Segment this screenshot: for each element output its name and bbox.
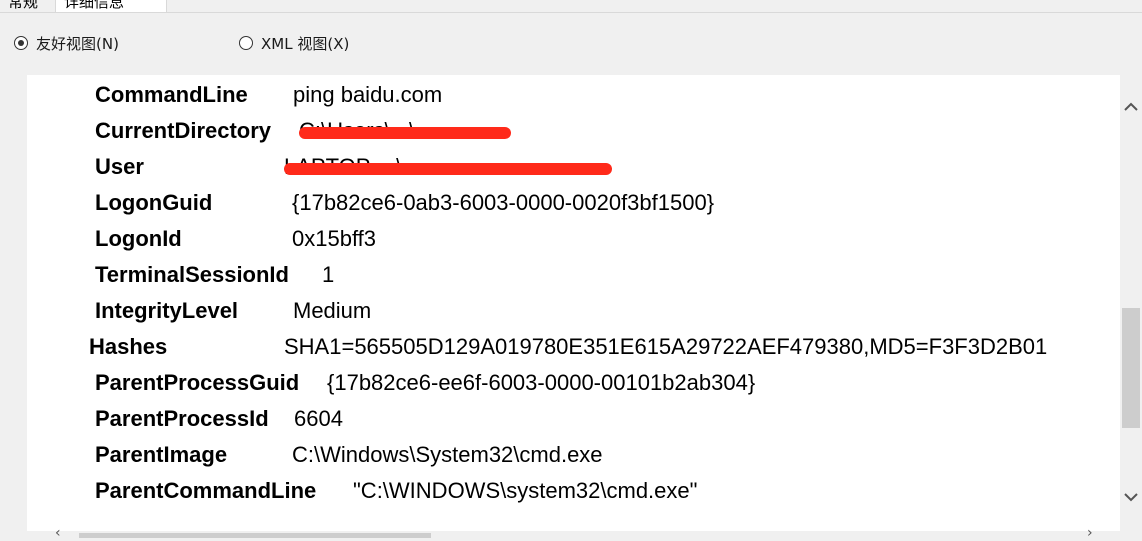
field-key: CommandLine: [95, 82, 248, 107]
friendly-view-option[interactable]: 友好视图(N): [14, 30, 119, 56]
field-key: ParentCommandLine: [95, 478, 317, 503]
horizontal-scroll-thumb[interactable]: [79, 533, 431, 538]
xml-view-option[interactable]: XML 视图(X): [239, 30, 349, 56]
chevron-down-icon[interactable]: [1120, 485, 1142, 509]
field-value: SHA1=565505D129A019780E351E615A29722AEF4…: [284, 334, 1048, 359]
tab-general-label: 常规: [8, 0, 39, 11]
horizontal-scrollbar[interactable]: ‹ ›: [27, 525, 1120, 541]
field-key: LogonGuid: [95, 190, 213, 215]
field-key: CurrentDirectory: [95, 118, 272, 143]
field-key: User: [95, 154, 144, 179]
field-value: 6604: [294, 406, 343, 431]
field-value: {17b82ce6-0ab3-6003-0000-0020f3bf1500}: [292, 190, 715, 215]
tab-details-label: 详细信息: [64, 0, 125, 11]
field-key: LogonId: [95, 226, 182, 251]
redaction-mark: [284, 163, 612, 175]
tab-details[interactable]: 详细信息: [55, 0, 167, 12]
field-key: ParentProcessGuid: [95, 370, 300, 395]
vertical-scrollbar[interactable]: [1120, 75, 1142, 531]
vertical-scroll-thumb[interactable]: [1122, 308, 1140, 428]
field-value: C:\Windows\System32\cmd.exe: [292, 442, 603, 467]
field-value: "C:\WINDOWS\system32\cmd.exe": [353, 478, 698, 503]
field-key: IntegrityLevel: [95, 298, 239, 323]
field-value: Medium: [293, 298, 372, 323]
xml-view-radio[interactable]: [239, 36, 253, 50]
field-key: TerminalSessionId: [95, 262, 289, 287]
event-detail-pane: CommandLine ping baidu.com CurrentDirect…: [27, 75, 1120, 531]
field-value: {17b82ce6-ee6f-6003-0000-00101b2ab304}: [327, 370, 756, 395]
field-key: ParentProcessId: [95, 406, 269, 431]
chevron-right-icon[interactable]: ›: [1087, 525, 1093, 541]
chevron-up-icon[interactable]: [1120, 95, 1142, 119]
chevron-left-icon[interactable]: ‹: [55, 525, 61, 541]
xml-view-label: XML 视图(X): [261, 34, 350, 53]
field-key: ParentImage: [95, 442, 228, 467]
redaction-mark: [299, 127, 511, 139]
field-value: ping baidu.com: [293, 82, 443, 107]
field-value: 1: [322, 262, 335, 287]
friendly-view-radio[interactable]: [14, 36, 28, 50]
tab-general[interactable]: 常规: [8, 0, 48, 12]
field-value: 0x15bff3: [292, 226, 377, 251]
field-key: Hashes: [89, 334, 168, 359]
tab-strip: 常规 详细信息: [0, 0, 1142, 13]
friendly-view-label: 友好视图(N): [36, 34, 119, 53]
